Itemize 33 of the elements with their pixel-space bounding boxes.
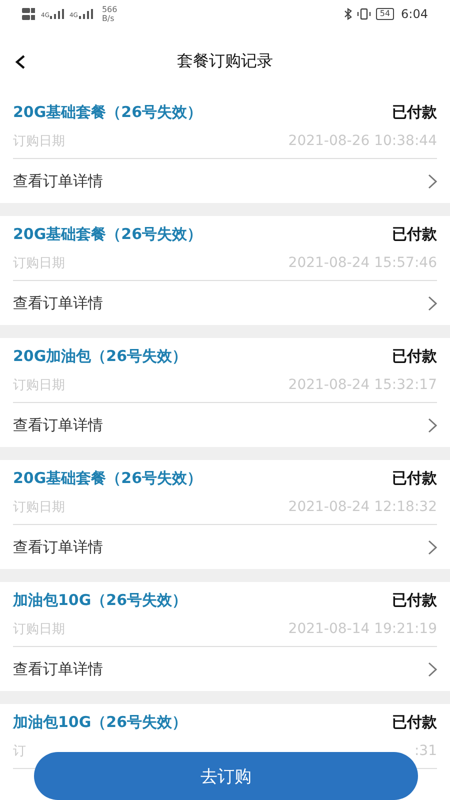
order-status: 已付款 [392, 102, 437, 122]
order-details-link[interactable]: 查看订单详情 [13, 525, 437, 569]
order-name: 20G基础套餐（26号失效） [13, 102, 202, 122]
order-name: 加油包10G（26号失效） [13, 712, 188, 732]
chevron-right-icon [428, 662, 437, 676]
order-details-link[interactable]: 查看订单详情 [13, 159, 437, 203]
order-name: 20G基础套餐（26号失效） [13, 468, 202, 488]
order-details-link[interactable]: 查看订单详情 [13, 281, 437, 325]
chevron-right-icon [428, 540, 437, 554]
order-details-link[interactable]: 查看订单详情 [13, 647, 437, 691]
battery-indicator: 54 [376, 8, 394, 20]
order-name: 20G加油包（26号失效） [13, 346, 188, 366]
order-status: 已付款 [392, 468, 437, 488]
order-status: 已付款 [392, 712, 437, 732]
order-details-link[interactable]: 查看订单详情 [13, 403, 437, 447]
order-name: 20G基础套餐（26号失效） [13, 224, 202, 244]
sim-cards-icon [22, 7, 36, 21]
order-status: 已付款 [392, 346, 437, 366]
chevron-right-icon [428, 174, 437, 188]
signal-icon [78, 9, 93, 19]
page-title: 套餐订购记录 [177, 50, 273, 72]
order-status: 已付款 [392, 224, 437, 244]
chevron-right-icon [428, 418, 437, 432]
order-status: 已付款 [392, 590, 437, 610]
bluetooth-icon [344, 8, 352, 20]
order-name: 加油包10G（26号失效） [13, 590, 188, 610]
order-now-button[interactable]: 去订购 [34, 752, 418, 800]
vibrate-icon [356, 8, 371, 20]
clock: 6:04 [401, 7, 428, 21]
speed-unit: B/s [102, 14, 116, 23]
network-speed: 566 [102, 5, 118, 14]
signal-icon [50, 9, 64, 19]
chevron-right-icon [428, 296, 437, 310]
